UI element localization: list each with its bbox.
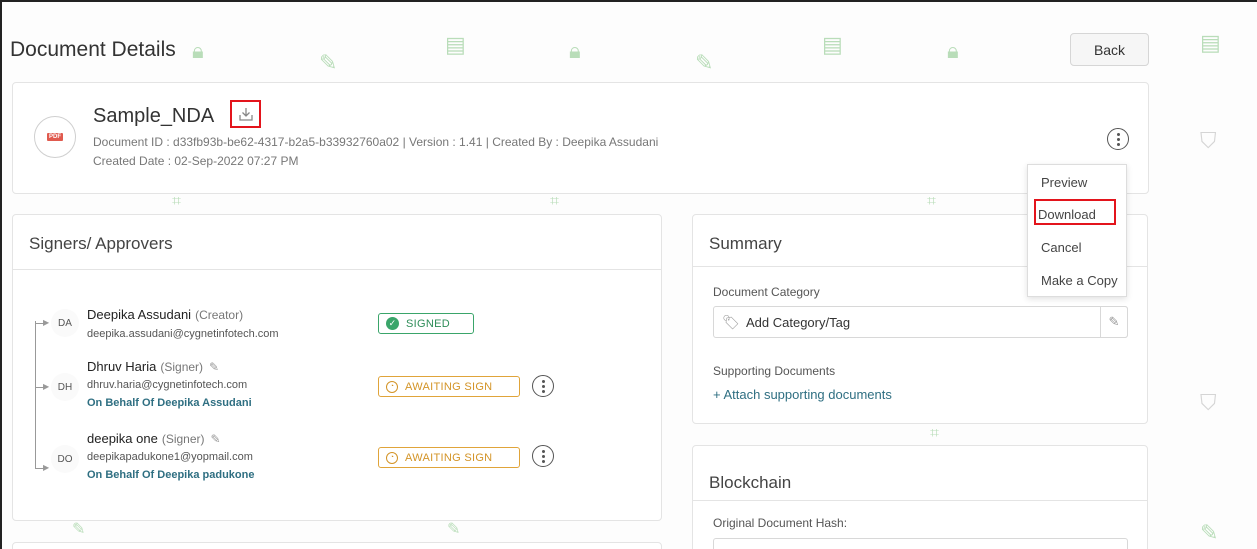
status-badge-signed: ✓ SIGNED xyxy=(378,313,474,334)
signers-card: Signers/ Approvers ▶ DA Deepika Assudani… xyxy=(12,214,662,521)
summary-title: Summary xyxy=(709,234,782,253)
pdf-file-icon: PDF xyxy=(34,116,76,158)
signer-actions-kebab-icon[interactable] xyxy=(532,375,554,397)
menu-item-preview[interactable]: Preview xyxy=(1041,175,1087,190)
avatar: DH xyxy=(51,373,79,401)
signer-name-text: Dhruv Haria xyxy=(87,359,157,374)
signer-actions-kebab-icon[interactable] xyxy=(532,445,554,467)
status-text: AWAITING SIGN xyxy=(405,451,493,464)
avatar: DO xyxy=(51,445,79,473)
watermark-lock-icon: 🔒︎ xyxy=(947,38,959,63)
watermark-doc-icon: ▤ xyxy=(822,32,843,57)
watermark-network-icon: ⌗ xyxy=(550,193,560,210)
back-button[interactable]: Back xyxy=(1070,33,1149,66)
original-hash-field[interactable] xyxy=(713,538,1128,549)
document-actions-kebab-icon[interactable] xyxy=(1107,128,1129,150)
watermark-network-icon: ⌗ xyxy=(930,425,940,442)
category-tag-input[interactable]: 🏷︎ Add Category/Tag ✎ xyxy=(713,306,1128,338)
document-category-label: Document Category xyxy=(713,285,820,299)
attach-supporting-documents-link[interactable]: + Attach supporting documents xyxy=(713,387,892,402)
signers-card-header: Signers/ Approvers xyxy=(13,215,661,270)
edit-pencil-icon[interactable]: ✎ xyxy=(209,360,219,374)
document-name: Sample_NDA xyxy=(93,105,215,127)
category-placeholder: Add Category/Tag xyxy=(746,315,851,330)
watermark-edit-icon: ✎ xyxy=(447,521,461,538)
menu-item-cancel[interactable]: Cancel xyxy=(1041,240,1081,255)
signers-title: Signers/ Approvers xyxy=(29,234,173,253)
watermark-edit-icon: ✎ xyxy=(1200,520,1219,545)
signer-tree-line xyxy=(35,321,36,469)
watermark-lock-icon: 🔒︎ xyxy=(192,38,204,63)
watermark-edit-icon: ✎ xyxy=(695,50,714,75)
original-hash-label: Original Document Hash: xyxy=(713,516,848,530)
signer-role: (Signer) xyxy=(160,360,204,374)
pdf-badge: PDF xyxy=(47,133,63,141)
lower-card xyxy=(12,542,662,549)
status-text: AWAITING SIGN xyxy=(405,380,493,393)
document-meta: Document ID : d33fb93b-be62-4317-b2a5-b3… xyxy=(93,135,659,149)
avatar: DA xyxy=(51,309,79,337)
download-tray-icon xyxy=(238,108,253,121)
watermark-edit-icon: ✎ xyxy=(319,50,338,75)
watermark-network-icon: ⌗ xyxy=(927,193,937,210)
status-badge-awaiting: ◔ AWAITING SIGN xyxy=(378,376,520,397)
clock-icon: ◔ xyxy=(386,380,398,393)
watermark-network-icon: ⌗ xyxy=(172,193,182,210)
signer-on-behalf: On Behalf Of Deepika padukone xyxy=(87,469,255,481)
arrow-right-icon: ▶ xyxy=(43,463,50,472)
watermark-shield-icon: ⛉ xyxy=(1200,390,1217,415)
signer-name: Deepika Assudani (Creator) xyxy=(87,307,243,322)
tag-icon: 🏷︎ xyxy=(722,314,740,330)
edit-pencil-icon[interactable]: ✎ xyxy=(211,432,221,446)
signer-email: deepikapadukone1@yopmail.com xyxy=(87,451,253,463)
supporting-documents-label: Supporting Documents xyxy=(713,364,836,378)
signer-name: Dhruv Haria (Signer) ✎ xyxy=(87,359,219,374)
status-text: SIGNED xyxy=(406,317,450,330)
app-frame: 🔒︎ ✎ ▤ 🔒︎ ✎ ▤ 🔒︎ ▤ ⛉ ⛉ ✎ ✎ ✎ ⌗ ⌗ ⌗ ⌗ Doc… xyxy=(0,0,1257,549)
document-header-card: PDF Sample_NDA Document ID : d33fb93b-be… xyxy=(12,82,1149,194)
signer-email: dhruv.haria@cygnetinfotech.com xyxy=(87,379,248,391)
signer-on-behalf: On Behalf Of Deepika Assudani xyxy=(87,397,252,409)
menu-item-make-copy[interactable]: Make a Copy xyxy=(1041,273,1118,288)
document-actions-menu: Preview Download Cancel Make a Copy xyxy=(1027,164,1127,297)
check-icon: ✓ xyxy=(386,317,399,330)
download-icon[interactable] xyxy=(230,100,261,128)
menu-item-download[interactable]: Download xyxy=(1038,207,1096,222)
clock-icon: ◔ xyxy=(386,451,398,464)
arrow-right-icon: ▶ xyxy=(43,382,50,391)
signer-email: deepika.assudani@cygnetinfotech.com xyxy=(87,328,279,340)
status-badge-awaiting: ◔ AWAITING SIGN xyxy=(378,447,520,468)
watermark-lock-icon: 🔒︎ xyxy=(569,38,581,63)
page-title: Document Details xyxy=(10,38,176,61)
edit-pencil-icon[interactable]: ✎ xyxy=(1100,306,1128,338)
watermark-doc-icon: ▤ xyxy=(445,32,466,57)
signer-name-text: deepika one xyxy=(87,431,158,446)
signer-name: deepika one (Signer) ✎ xyxy=(87,431,221,446)
watermark-edit-icon: ✎ xyxy=(72,521,86,538)
blockchain-title: Blockchain xyxy=(709,473,792,492)
blockchain-card-header: Blockchain xyxy=(693,446,1147,501)
arrow-right-icon: ▶ xyxy=(43,318,50,327)
document-created-date: Created Date : 02-Sep-2022 07:27 PM xyxy=(93,154,299,168)
blockchain-card: Blockchain Original Document Hash: xyxy=(692,445,1148,549)
signer-name-text: Deepika Assudani xyxy=(87,307,192,322)
watermark-doc-icon: ▤ xyxy=(1200,30,1221,55)
watermark-shield-icon: ⛉ xyxy=(1200,128,1217,153)
signer-role: (Signer) xyxy=(161,432,205,446)
signer-role: (Creator) xyxy=(195,308,244,322)
